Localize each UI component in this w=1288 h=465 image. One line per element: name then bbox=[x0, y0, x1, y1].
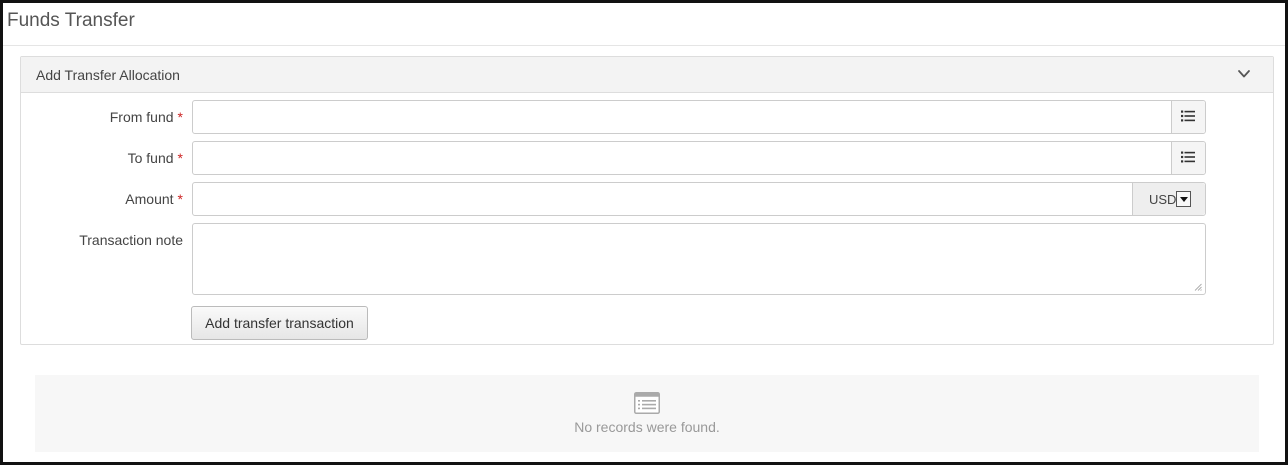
to-fund-picker-button[interactable] bbox=[1171, 142, 1205, 174]
required-marker: * bbox=[177, 109, 183, 125]
transaction-note-field bbox=[192, 223, 1206, 295]
currency-select[interactable]: USD bbox=[1132, 183, 1205, 215]
chevron-down-icon[interactable] bbox=[1237, 67, 1251, 81]
empty-results: No records were found. bbox=[35, 375, 1259, 452]
from-fund-label-text: From fund bbox=[109, 109, 174, 125]
from-fund-input[interactable] bbox=[193, 101, 1169, 133]
from-fund-picker-button[interactable] bbox=[1171, 101, 1205, 133]
amount-input-group: USD bbox=[192, 182, 1206, 216]
from-fund-label: From fund * bbox=[110, 109, 183, 125]
page-header: Funds Transfer bbox=[3, 3, 1285, 46]
amount-label-text: Amount bbox=[125, 191, 174, 207]
resize-handle-icon[interactable] bbox=[1194, 283, 1202, 291]
required-marker: * bbox=[177, 191, 183, 207]
to-fund-label-text: To fund bbox=[127, 150, 174, 166]
panel-title: Add Transfer Allocation bbox=[36, 67, 180, 83]
add-transfer-allocation-panel: Add Transfer Allocation From fund * To f… bbox=[20, 56, 1274, 345]
panel-heading[interactable]: Add Transfer Allocation bbox=[21, 57, 1273, 93]
to-fund-input[interactable] bbox=[193, 142, 1169, 174]
add-transfer-transaction-button[interactable]: Add transfer transaction bbox=[191, 306, 368, 340]
amount-label: Amount * bbox=[125, 191, 183, 207]
required-marker: * bbox=[177, 150, 183, 166]
amount-input[interactable] bbox=[193, 183, 1131, 215]
list-picker-icon bbox=[1181, 110, 1195, 122]
to-fund-input-group bbox=[192, 141, 1206, 175]
page-title: Funds Transfer bbox=[7, 10, 135, 31]
from-fund-input-group bbox=[192, 100, 1206, 134]
dropdown-arrow-icon[interactable] bbox=[1176, 191, 1191, 207]
empty-message: No records were found. bbox=[574, 419, 720, 435]
to-fund-label: To fund * bbox=[128, 150, 183, 166]
list-picker-icon bbox=[1181, 151, 1195, 163]
currency-value: USD bbox=[1149, 192, 1177, 207]
transaction-note-textarea[interactable] bbox=[193, 224, 1205, 294]
page-frame: Funds Transfer Add Transfer Allocation F… bbox=[0, 0, 1288, 465]
list-document-icon bbox=[634, 392, 660, 414]
transaction-note-label: Transaction note bbox=[79, 232, 183, 248]
